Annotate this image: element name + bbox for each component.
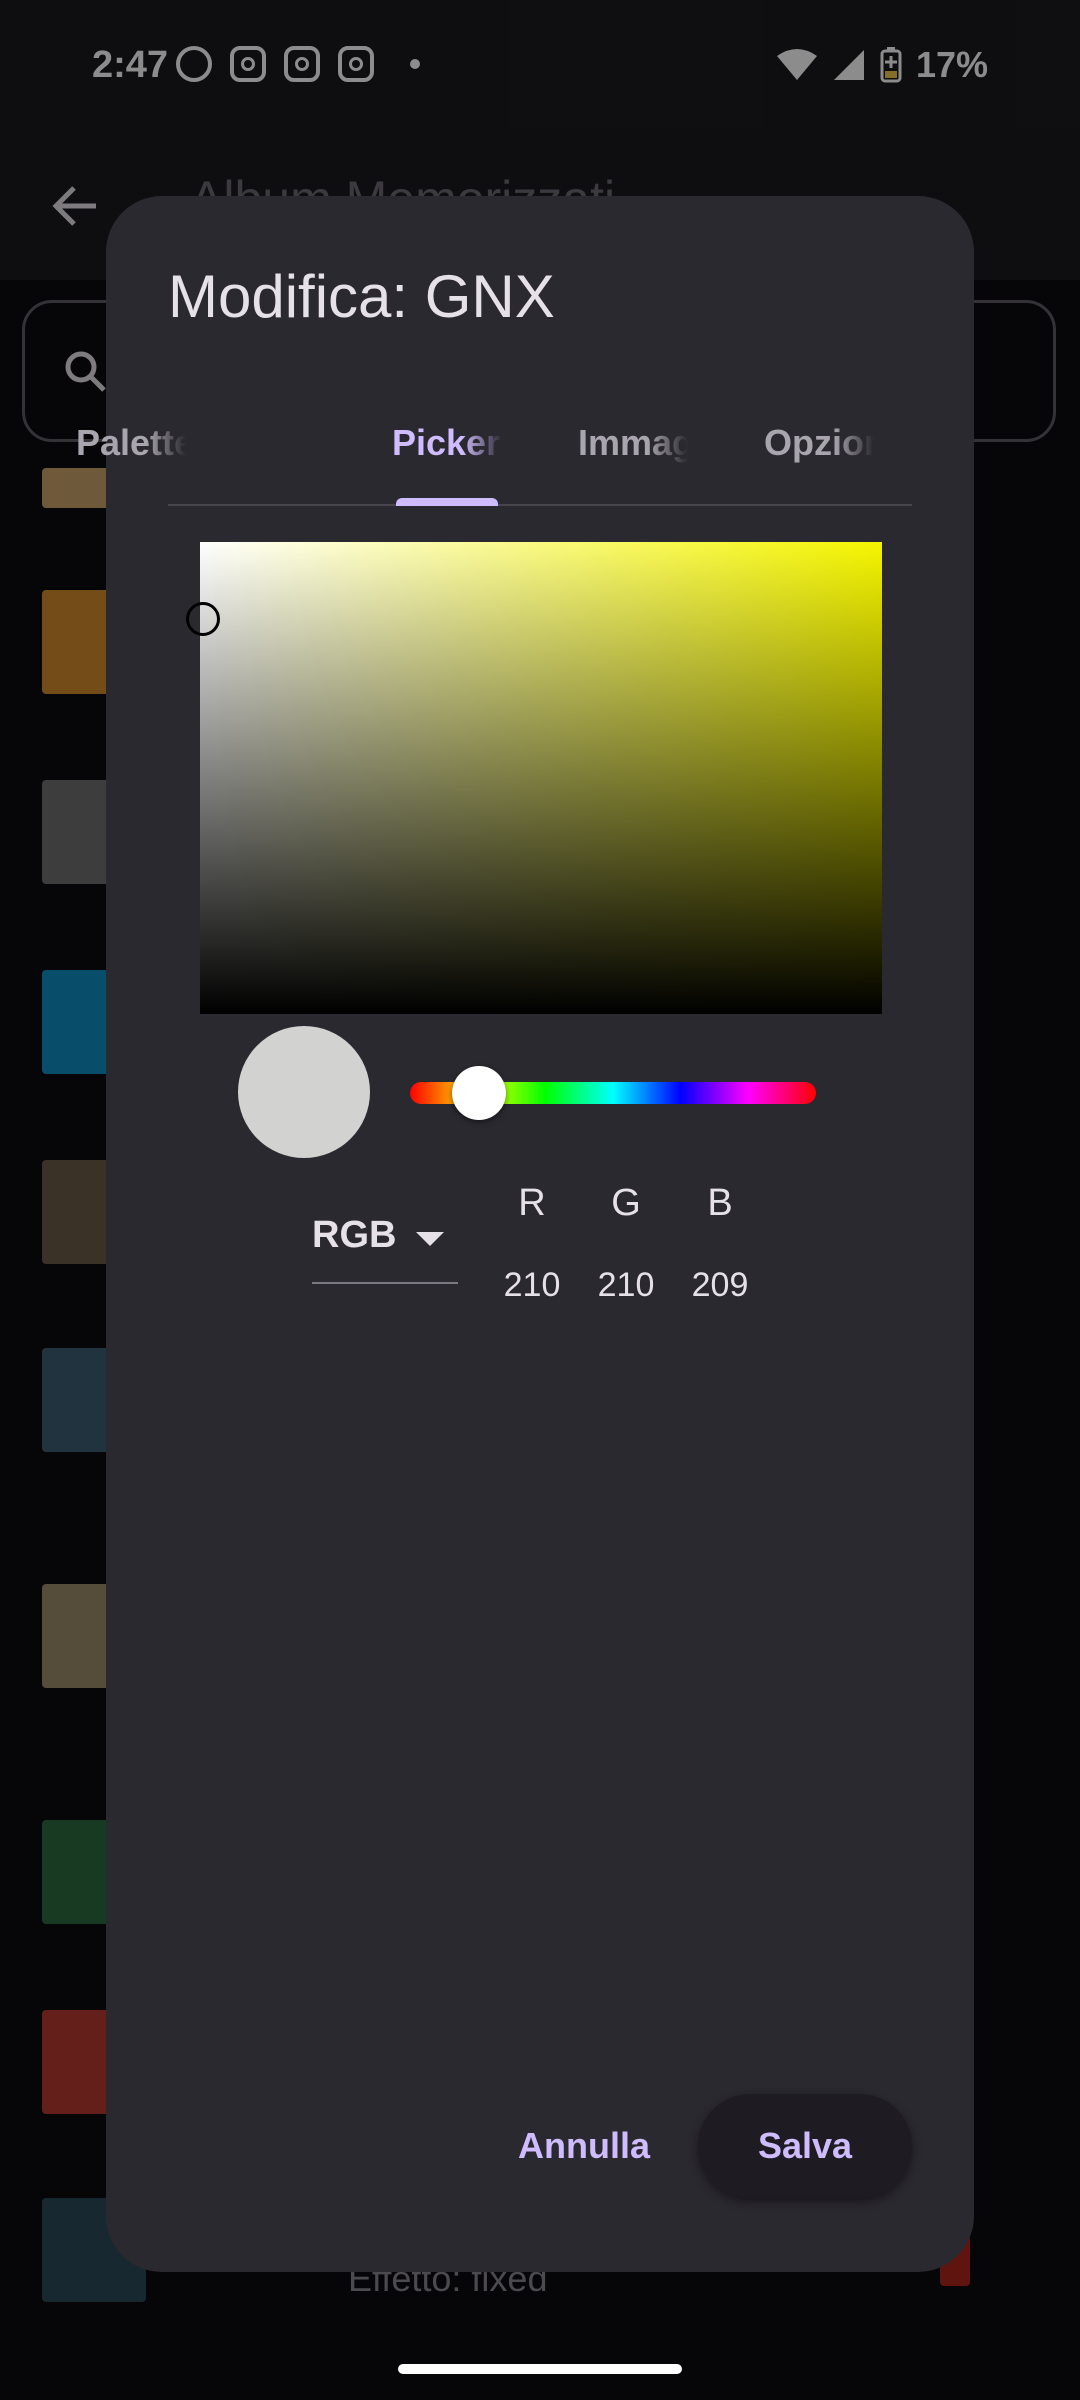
channel-label-r: R xyxy=(518,1182,546,1224)
color-mode-dropdown[interactable]: RGB xyxy=(312,1212,458,1284)
color-mode-value: RGB xyxy=(312,1214,397,1256)
dialog-title: Modifica: GNX xyxy=(168,263,555,330)
cancel-button[interactable]: Annulla xyxy=(492,2096,676,2196)
saturation-value-picker[interactable] xyxy=(186,542,882,1014)
active-tab-indicator xyxy=(396,498,498,506)
tab-palette[interactable]: Palette xyxy=(76,422,186,464)
color-preview-swatch xyxy=(238,1026,370,1158)
save-button[interactable]: Salva xyxy=(698,2094,912,2198)
channel-value-g[interactable]: 210 xyxy=(576,1266,676,1305)
channel-value-b[interactable]: 209 xyxy=(670,1266,770,1305)
tab-bar: Palette Picker Immagine Opzioni xyxy=(76,392,912,506)
hue-slider-thumb[interactable] xyxy=(452,1066,507,1120)
tab-image[interactable]: Immagine xyxy=(578,422,688,464)
saturation-value-handle[interactable] xyxy=(186,602,220,636)
edit-color-dialog: Modifica: GNX Palette Picker Immagine Op… xyxy=(76,196,974,2272)
channel-value-r[interactable]: 210 xyxy=(482,1266,582,1305)
channel-label-g: G xyxy=(611,1182,641,1224)
tab-picker[interactable]: Picker xyxy=(392,422,502,464)
home-indicator[interactable] xyxy=(398,2364,682,2374)
tab-options[interactable]: Opzioni xyxy=(764,422,874,464)
channel-label-b: B xyxy=(707,1182,733,1224)
hue-slider[interactable] xyxy=(410,1066,816,1120)
dropdown-caret-icon xyxy=(416,1232,444,1246)
